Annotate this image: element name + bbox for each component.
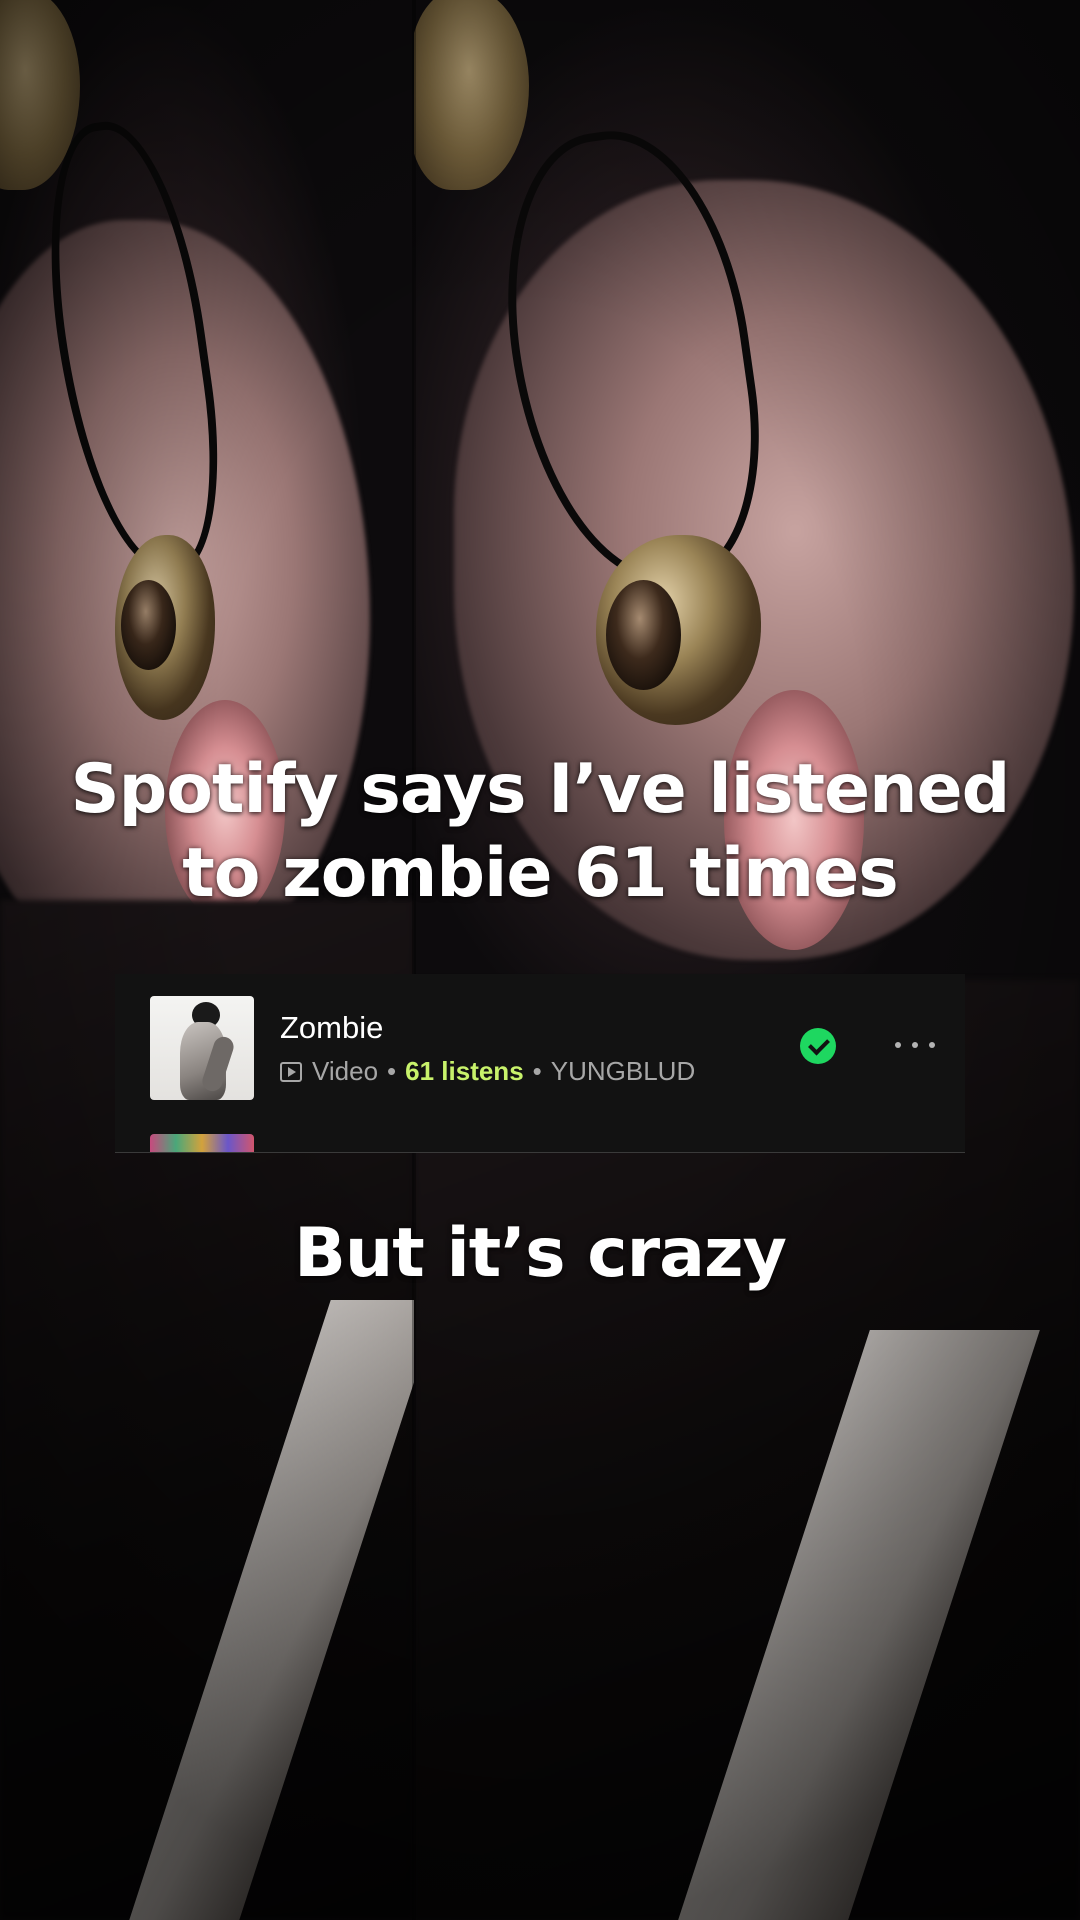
meta-separator: •	[387, 1056, 397, 1086]
check-circle-icon[interactable]	[800, 1028, 836, 1064]
caption-top-line-2: to zombie 61 times	[182, 834, 898, 913]
caption-top-line-1: Spotify says I’ve listened	[70, 750, 1011, 829]
caption-bottom: But it’s crazy	[294, 1214, 787, 1293]
next-track-cover	[150, 1134, 254, 1152]
track-title: Zombie	[280, 1010, 384, 1045]
video-icon	[280, 1061, 302, 1082]
meta-separator: •	[532, 1056, 542, 1086]
background-photo	[0, 0, 1080, 1920]
track-meta: Video • 61 listens • YUNGBLUD	[280, 1056, 695, 1087]
caption-top: Spotify says I’ve listened to zombie 61 …	[0, 748, 1080, 916]
artist-name[interactable]: YUNGBLUD	[551, 1056, 695, 1087]
album-cover	[150, 996, 254, 1100]
more-horizontal-icon[interactable]	[895, 1030, 935, 1060]
listen-count: 61 listens	[405, 1056, 524, 1086]
track-type: Video	[312, 1056, 379, 1086]
spotify-track-card[interactable]: Zombie Video • 61 listens • YUNGBLUD	[115, 974, 965, 1153]
